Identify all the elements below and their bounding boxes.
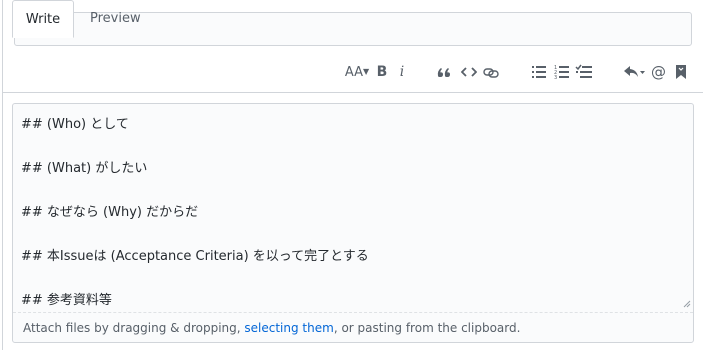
bold-button[interactable]: B (376, 62, 388, 82)
bookmark-icon (676, 65, 686, 79)
editor-line: ## (Who) として (21, 117, 129, 132)
editor-line: ## 参考資料等 (21, 293, 112, 308)
tab-preview[interactable]: Preview (78, 0, 153, 38)
editor-line: ## (What) がしたい (21, 161, 148, 176)
code-icon (461, 67, 477, 77)
attach-text-suffix: , or pasting from the clipboard. (333, 321, 521, 335)
mention-button[interactable]: @ (651, 62, 666, 82)
task-list-icon (575, 64, 592, 78)
select-files-link[interactable]: selecting them (244, 321, 333, 335)
editor-line: ## 本Issueは (Acceptance Criteria) を以って完了と… (21, 249, 369, 264)
italic-button[interactable]: i (397, 62, 407, 82)
attach-files-bar[interactable]: Attach files by dragging & dropping, sel… (13, 312, 693, 342)
link-button[interactable] (483, 62, 499, 82)
tab-write[interactable]: Write (12, 0, 74, 38)
chevron-down-icon: ▼ (363, 67, 370, 76)
text-size-button[interactable]: AA▼ (343, 62, 371, 82)
editor-line: ## なぜなら (Why) だからだ (21, 205, 199, 220)
mention-icon: @ (651, 63, 666, 81)
resize-handle[interactable] (683, 300, 691, 308)
quote-icon (437, 68, 450, 77)
code-button[interactable] (461, 62, 477, 82)
task-list-button[interactable] (575, 62, 593, 82)
comment-textarea[interactable]: ## (Who) として ## (What) がしたい ## なぜなら (Why… (13, 104, 693, 312)
link-icon (483, 68, 499, 78)
ordered-list-icon: 123 (554, 65, 569, 81)
saved-replies-button[interactable] (675, 62, 687, 82)
unordered-list-icon (532, 66, 546, 78)
unordered-list-button[interactable] (531, 62, 547, 82)
ordered-list-button[interactable]: 123 (554, 62, 570, 82)
quote-button[interactable] (436, 62, 452, 82)
text-size-label: AA (344, 65, 363, 80)
reply-button[interactable] (623, 62, 645, 82)
svg-text:3: 3 (554, 75, 557, 81)
comment-body: ## (Who) として ## (What) がしたい ## なぜなら (Why… (12, 103, 694, 343)
reply-icon (624, 66, 645, 77)
attach-text-prefix: Attach files by dragging & dropping, (23, 321, 245, 335)
